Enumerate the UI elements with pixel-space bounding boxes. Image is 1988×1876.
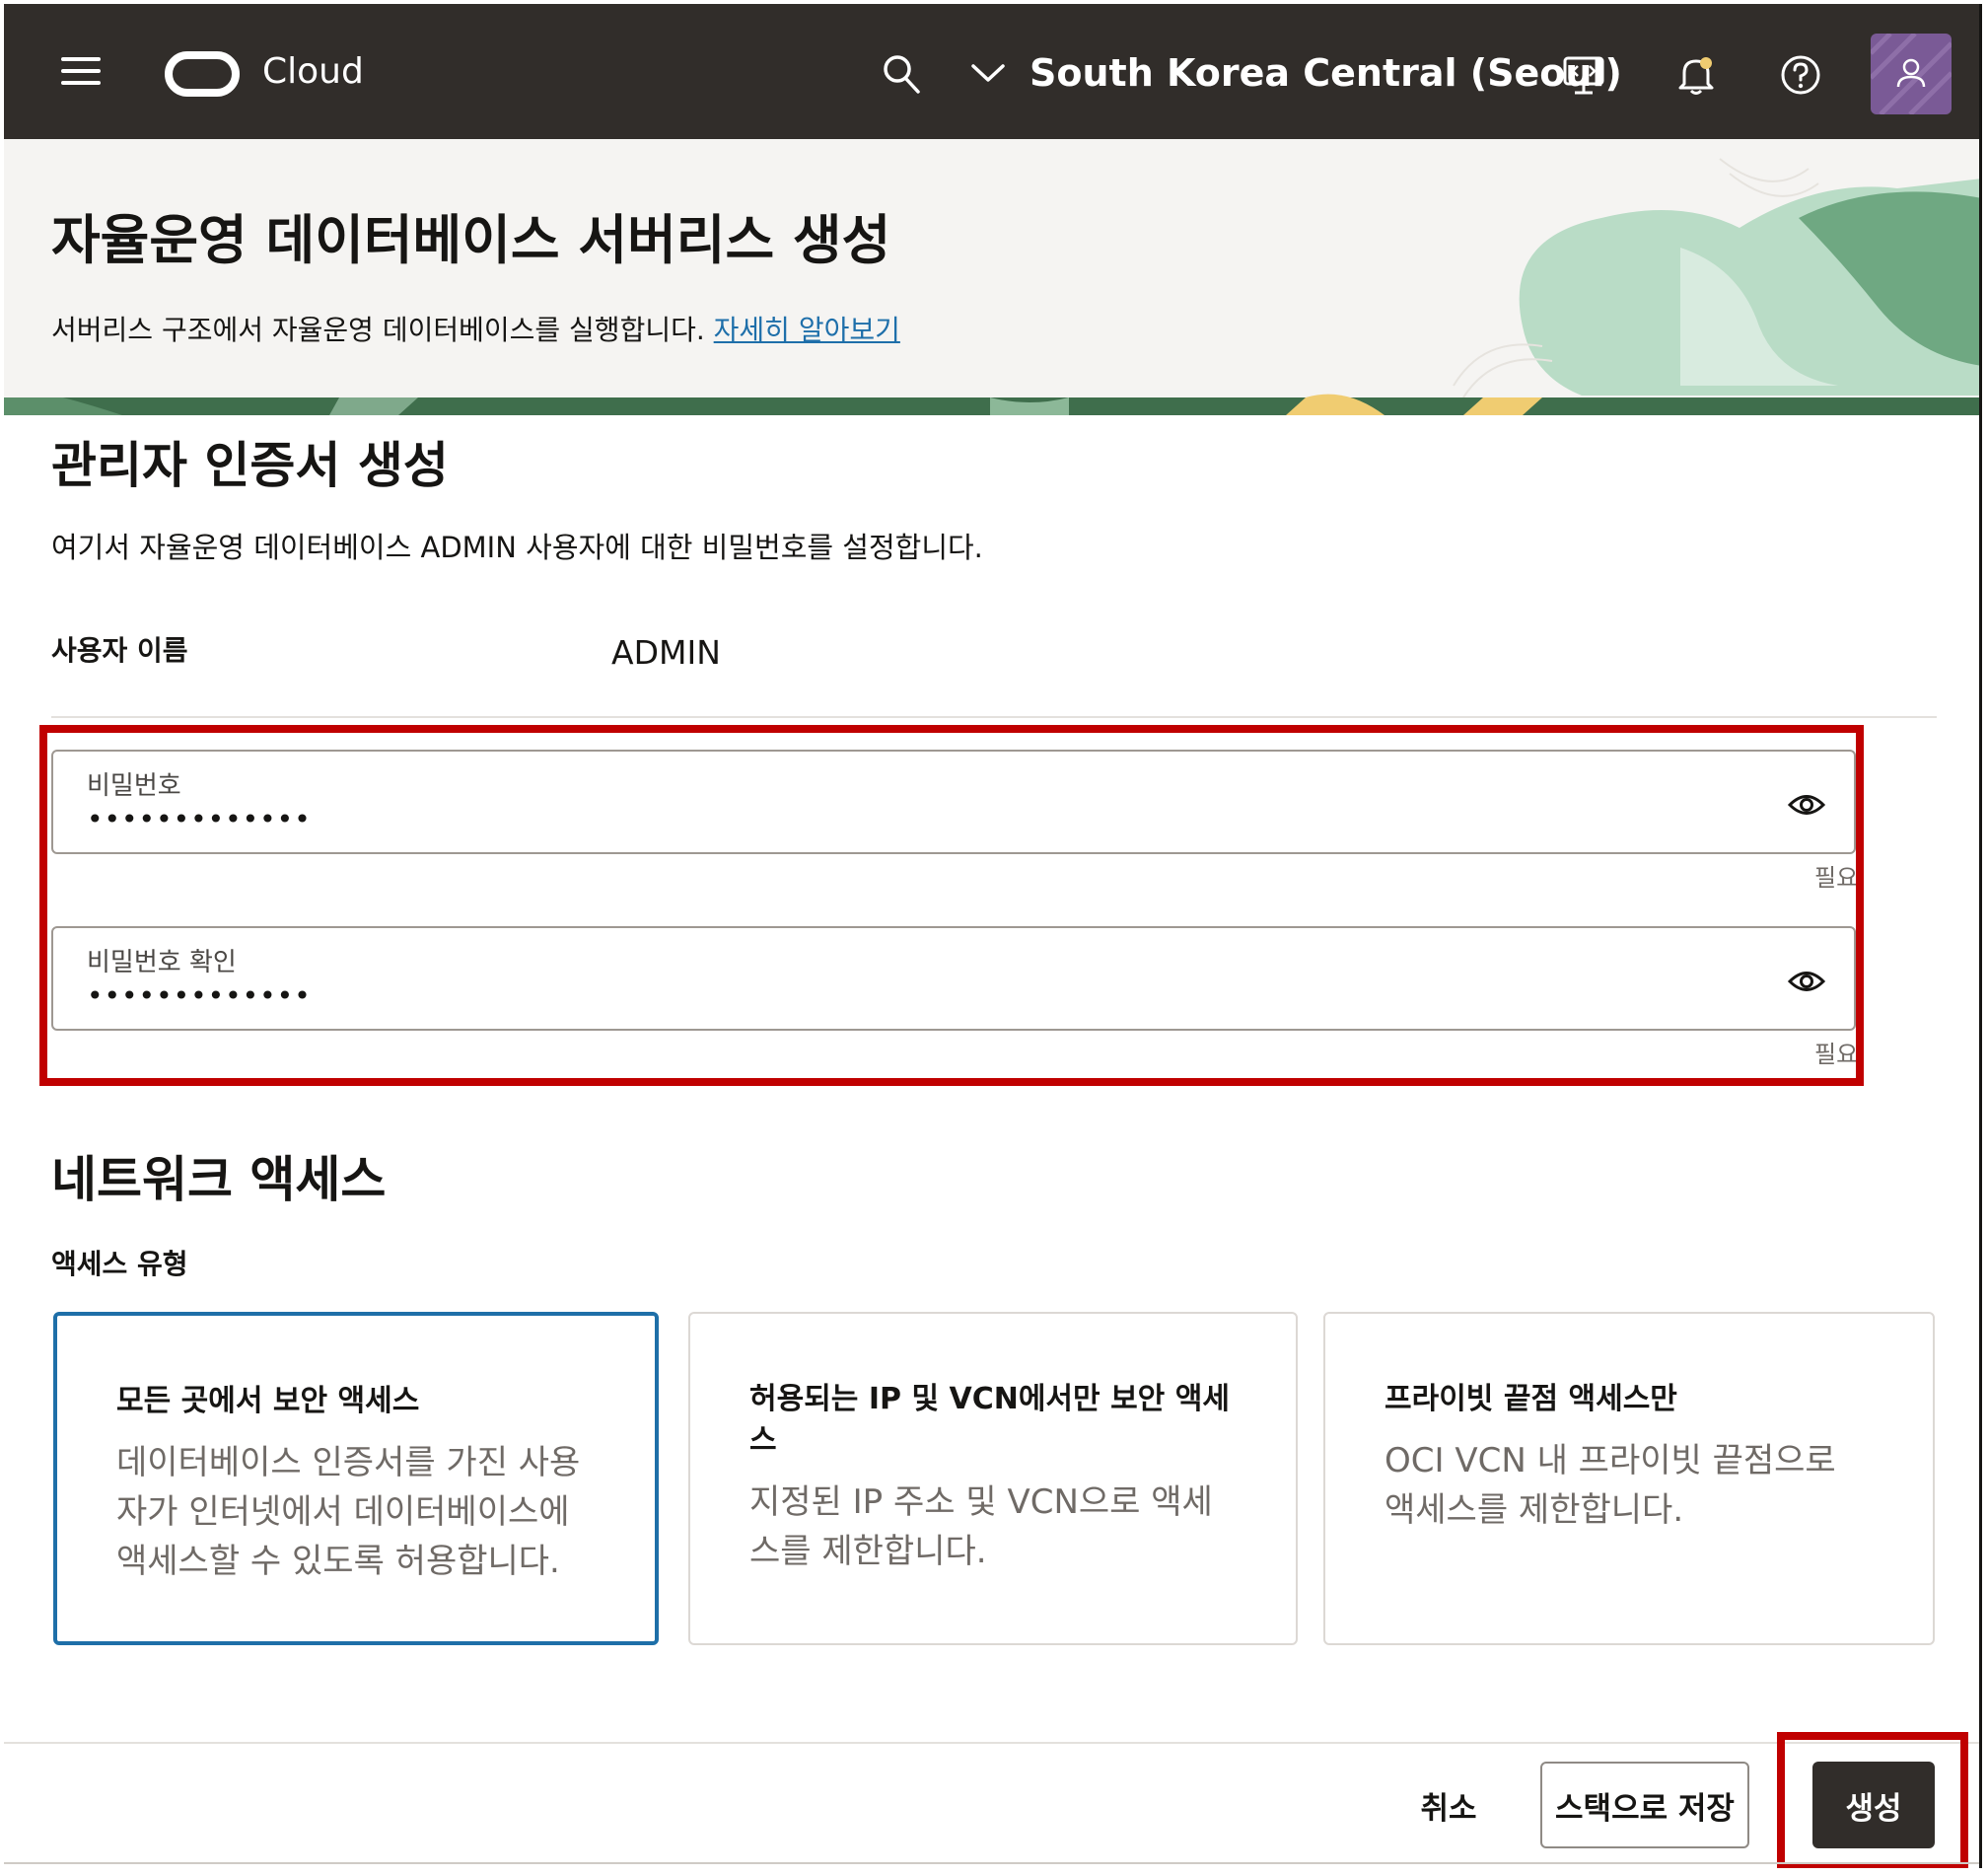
access-option-title: 프라이빗 끝점 액세스만 bbox=[1384, 1382, 1677, 1416]
user-avatar[interactable] bbox=[1871, 34, 1952, 114]
confirm-password-input[interactable]: ••••••••••••• bbox=[87, 979, 312, 1012]
decorative-banner-art bbox=[4, 158, 1982, 415]
show-password-eye-icon[interactable] bbox=[1787, 785, 1826, 825]
region-name: South Korea Central (Seoul) bbox=[1030, 51, 1622, 95]
access-option-title-line: 허용되는 IP 및 VCN에서만 보안 액세 bbox=[749, 1382, 1230, 1416]
access-option-description-line: 지정된 IP 주소 및 VCN으로 액세 bbox=[749, 1482, 1213, 1522]
search-icon[interactable] bbox=[882, 53, 921, 95]
brand-name[interactable]: Cloud bbox=[262, 51, 364, 92]
username-label: 사용자 이름 bbox=[51, 634, 188, 667]
console-frame: Cloud South Korea Central (Seoul) 자율운영 데… bbox=[4, 4, 1982, 1868]
network-section-title: 네트워크 액세스 bbox=[51, 1151, 387, 1208]
section-divider bbox=[51, 716, 1937, 718]
access-option-description-line: 스를 제한합니다. bbox=[749, 1532, 987, 1571]
access-option-description-line: 액세스할 수 있도록 허용합니다. bbox=[116, 1542, 560, 1581]
access-option-description-line: 액세스를 제한합니다. bbox=[1384, 1490, 1684, 1530]
cancel-button[interactable]: 취소 bbox=[1394, 1762, 1503, 1848]
access-option-private-endpoint[interactable]: 프라이빗 끝점 액세스만 OCI VCN 내 프라이빗 끝점으로 액세스를 제한… bbox=[1323, 1312, 1935, 1645]
frame-edge bbox=[1979, 4, 1982, 1868]
page-header-banner: 자율운영 데이터베이스 서버리스 생성 서버리스 구조에서 자율운영 데이터베이… bbox=[4, 139, 1982, 415]
access-type-label: 액세스 유형 bbox=[51, 1248, 188, 1280]
code-editor-icon[interactable] bbox=[1562, 53, 1605, 97]
page-description: 서버리스 구조에서 자율운영 데이터베이스를 실행합니다. 자세히 알아보기 bbox=[51, 309, 900, 348]
bell-icon[interactable] bbox=[1674, 53, 1718, 97]
chevron-down-icon bbox=[971, 64, 1005, 82]
access-option-title-line: 스 bbox=[749, 1423, 777, 1458]
bottom-edge bbox=[4, 1862, 1982, 1864]
access-option-allowed-ip-vcn[interactable]: 허용되는 IP 및 VCN에서만 보안 액세 스 지정된 IP 주소 및 VCN… bbox=[688, 1312, 1298, 1645]
page-title: 자율운영 데이터베이스 서버리스 생성 bbox=[51, 209, 891, 271]
password-field-label: 비밀번호 bbox=[87, 771, 181, 801]
create-button[interactable]: 생성 bbox=[1812, 1762, 1935, 1848]
oracle-logo[interactable] bbox=[165, 51, 240, 97]
top-navigation-bar: Cloud South Korea Central (Seoul) bbox=[4, 4, 1982, 139]
user-icon bbox=[1871, 34, 1952, 114]
credentials-section-title: 관리자 인증서 생성 bbox=[51, 437, 449, 494]
learn-more-link[interactable]: 자세히 알아보기 bbox=[714, 314, 900, 346]
region-selector[interactable]: South Korea Central (Seoul) bbox=[970, 47, 1622, 99]
access-option-anywhere[interactable]: 모든 곳에서 보안 액세스 데이터베이스 인증서를 가진 사용 자가 인터넷에서… bbox=[53, 1312, 659, 1645]
save-as-stack-button[interactable]: 스택으로 저장 bbox=[1540, 1762, 1749, 1848]
access-option-title: 모든 곳에서 보안 액세스 bbox=[116, 1384, 420, 1418]
menu-icon[interactable] bbox=[61, 55, 103, 87]
confirm-password-required-hint: 필요 bbox=[1814, 1041, 1859, 1068]
footer-divider bbox=[4, 1742, 1982, 1744]
password-input[interactable]: ••••••••••••• bbox=[87, 803, 312, 835]
access-option-description-line: OCI VCN 내 프라이빗 끝점으로 bbox=[1384, 1441, 1836, 1480]
page-description-text: 서버리스 구조에서 자율운영 데이터베이스를 실행합니다. bbox=[51, 314, 705, 346]
access-option-description-line: 자가 인터넷에서 데이터베이스에 bbox=[116, 1492, 570, 1532]
password-required-hint: 필요 bbox=[1814, 864, 1859, 892]
password-field[interactable]: 비밀번호 ••••••••••••• bbox=[51, 750, 1856, 854]
username-value: ADMIN bbox=[611, 633, 721, 672]
help-icon[interactable] bbox=[1779, 53, 1822, 97]
show-confirm-password-eye-icon[interactable] bbox=[1787, 962, 1826, 1001]
confirm-password-field[interactable]: 비밀번호 확인 ••••••••••••• bbox=[51, 926, 1856, 1031]
confirm-password-field-label: 비밀번호 확인 bbox=[87, 948, 237, 977]
credentials-section-description: 여기서 자율운영 데이터베이스 ADMIN 사용자에 대한 비밀번호를 설정합니… bbox=[51, 531, 983, 564]
access-option-description-line: 데이터베이스 인증서를 가진 사용 bbox=[116, 1443, 581, 1482]
